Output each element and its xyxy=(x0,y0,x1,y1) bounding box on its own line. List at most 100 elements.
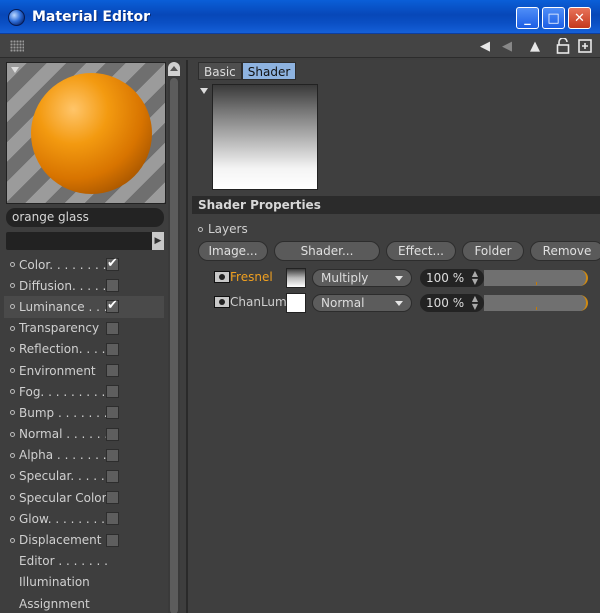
channel-checkbox[interactable] xyxy=(106,469,119,483)
material-dropdown[interactable]: ▶ xyxy=(6,232,164,250)
channel-item[interactable]: Fog. . . . . . . . . xyxy=(4,381,164,402)
channel-checkbox[interactable] xyxy=(106,512,119,526)
layer-swatch[interactable] xyxy=(286,268,306,288)
channel-checkbox[interactable] xyxy=(106,533,119,547)
channel-dot-icon xyxy=(10,368,15,374)
layer-buttons: Image... Shader... Effect... Folder Remo… xyxy=(198,241,600,261)
remove-button[interactable]: Remove xyxy=(530,241,600,261)
new-window-icon[interactable] xyxy=(576,37,594,55)
channel-item[interactable]: Specular. . . . . xyxy=(4,466,164,487)
shader-preview-arrow-icon[interactable] xyxy=(200,88,208,94)
channel-checkbox[interactable] xyxy=(106,321,119,335)
channel-item[interactable]: Glow. . . . . . . . xyxy=(4,508,164,529)
image-button[interactable]: Image... xyxy=(198,241,268,261)
channel-checkbox[interactable] xyxy=(106,427,119,441)
eye-icon[interactable] xyxy=(214,271,230,283)
channel-item[interactable]: Transparency xyxy=(4,318,164,339)
channel-label: Normal . . . . . . . xyxy=(19,427,116,442)
channel-dot-icon xyxy=(10,346,15,352)
left-panel: orange glass ▶ Color. . . . . . . . Diffu… xyxy=(4,60,166,613)
channel-item[interactable]: Color. . . . . . . . xyxy=(4,254,164,275)
opacity-input[interactable]: 100 % ▲ ▼ xyxy=(420,294,484,312)
lock-icon[interactable] xyxy=(554,37,572,55)
channel-label: Luminance . . . xyxy=(19,299,108,314)
channel-dot-icon xyxy=(10,495,15,501)
opacity-slider[interactable] xyxy=(484,295,588,311)
channel-checkbox[interactable] xyxy=(106,385,119,399)
forward-arrow-icon[interactable]: ◀ xyxy=(498,37,516,55)
channel-dot-icon xyxy=(10,304,15,310)
channel-checkbox[interactable] xyxy=(106,279,119,293)
material-preview[interactable] xyxy=(6,62,166,204)
layer-name[interactable]: ChanLum xyxy=(230,295,287,309)
channel-item[interactable]: Bump . . . . . . . xyxy=(4,402,164,423)
blend-mode-select[interactable]: Normal xyxy=(312,294,412,312)
scroll-thumb[interactable] xyxy=(170,78,178,613)
channel-label: Bump . . . . . . . xyxy=(19,405,108,420)
shader-layer-row[interactable]: ChanLum Normal 100 % ▲ ▼ xyxy=(210,293,590,313)
channel-item[interactable]: Normal . . . . . . . xyxy=(4,424,164,445)
channel-item[interactable]: Illumination xyxy=(4,572,164,593)
channel-label: Specular Color xyxy=(19,490,107,505)
channel-checkbox[interactable] xyxy=(106,256,119,272)
opacity-input[interactable]: 100 % ▲ ▼ xyxy=(420,269,484,287)
shader-preview xyxy=(212,84,318,190)
blend-mode-select[interactable]: Multiply xyxy=(312,269,412,287)
channel-dot-icon xyxy=(10,537,15,543)
tab-bar: Basic Shader xyxy=(198,62,297,80)
channel-checkbox[interactable] xyxy=(106,491,119,505)
up-arrow-icon[interactable]: ▲ xyxy=(526,37,544,55)
channel-item[interactable]: Alpha . . . . . . . xyxy=(4,445,164,466)
layers-dot-icon xyxy=(198,226,203,232)
channel-dot-icon xyxy=(10,325,15,331)
close-icon: ✕ xyxy=(574,10,585,26)
channel-item[interactable]: Displacement xyxy=(4,529,164,550)
minimize-button[interactable]: _ xyxy=(516,7,539,29)
preview-menu-arrow-icon[interactable] xyxy=(11,67,19,73)
tab-basic[interactable]: Basic xyxy=(198,62,242,80)
channel-item[interactable]: Specular Color xyxy=(4,487,164,508)
channel-item[interactable]: Environment xyxy=(4,360,164,381)
channel-checkbox[interactable] xyxy=(106,448,119,462)
channel-label: Assignment xyxy=(19,596,90,611)
channel-dot-icon xyxy=(10,431,15,437)
grip-icon[interactable] xyxy=(10,40,24,52)
maximize-button[interactable]: □ xyxy=(542,7,565,29)
close-button[interactable]: ✕ xyxy=(568,7,591,29)
channel-label: Alpha . . . . . . . xyxy=(19,448,107,463)
material-name-field[interactable]: orange glass xyxy=(6,208,164,227)
channel-checkbox[interactable] xyxy=(106,364,119,378)
spinner-icon[interactable]: ▲ ▼ xyxy=(472,295,478,311)
channel-label: Glow. . . . . . . . xyxy=(19,511,105,526)
channel-dot-icon xyxy=(10,389,15,395)
scroll-up-button[interactable] xyxy=(168,62,180,76)
spinner-icon[interactable]: ▲ ▼ xyxy=(472,270,478,286)
toolbar: ◀ ◀ ▲ xyxy=(0,34,600,58)
channel-checkbox[interactable] xyxy=(106,406,119,420)
channel-item[interactable]: Diffusion. . . . . . xyxy=(4,275,164,296)
channel-dot-icon xyxy=(10,283,15,289)
layer-swatch[interactable] xyxy=(286,293,306,313)
material-sphere xyxy=(31,73,152,194)
channel-item[interactable]: Assignment xyxy=(4,593,164,613)
opacity-slider[interactable] xyxy=(484,270,588,286)
tab-shader[interactable]: Shader xyxy=(241,62,297,80)
shader-layer-row[interactable]: Fresnel Multiply 100 % ▲ ▼ xyxy=(210,268,590,288)
dropdown-arrow-icon[interactable]: ▶ xyxy=(152,232,164,250)
layer-name[interactable]: Fresnel xyxy=(230,270,273,284)
channel-checkbox[interactable] xyxy=(106,342,119,356)
channel-scrollbar[interactable] xyxy=(168,60,180,613)
back-arrow-icon[interactable]: ◀ xyxy=(476,37,494,55)
channel-label: Illumination xyxy=(19,575,90,590)
app-icon xyxy=(8,9,25,26)
channel-dot-icon xyxy=(10,473,15,479)
channel-item[interactable]: Reflection. . . . xyxy=(4,339,164,360)
eye-icon[interactable] xyxy=(214,296,230,308)
effect-button[interactable]: Effect... xyxy=(386,241,456,261)
shader-button[interactable]: Shader... xyxy=(274,241,380,261)
section-title: Shader Properties xyxy=(192,196,600,214)
channel-item[interactable]: Luminance . . . xyxy=(4,296,164,318)
channel-checkbox[interactable] xyxy=(106,298,119,314)
channel-item[interactable]: Editor . . . . . . . xyxy=(4,551,164,572)
folder-button[interactable]: Folder xyxy=(462,241,524,261)
